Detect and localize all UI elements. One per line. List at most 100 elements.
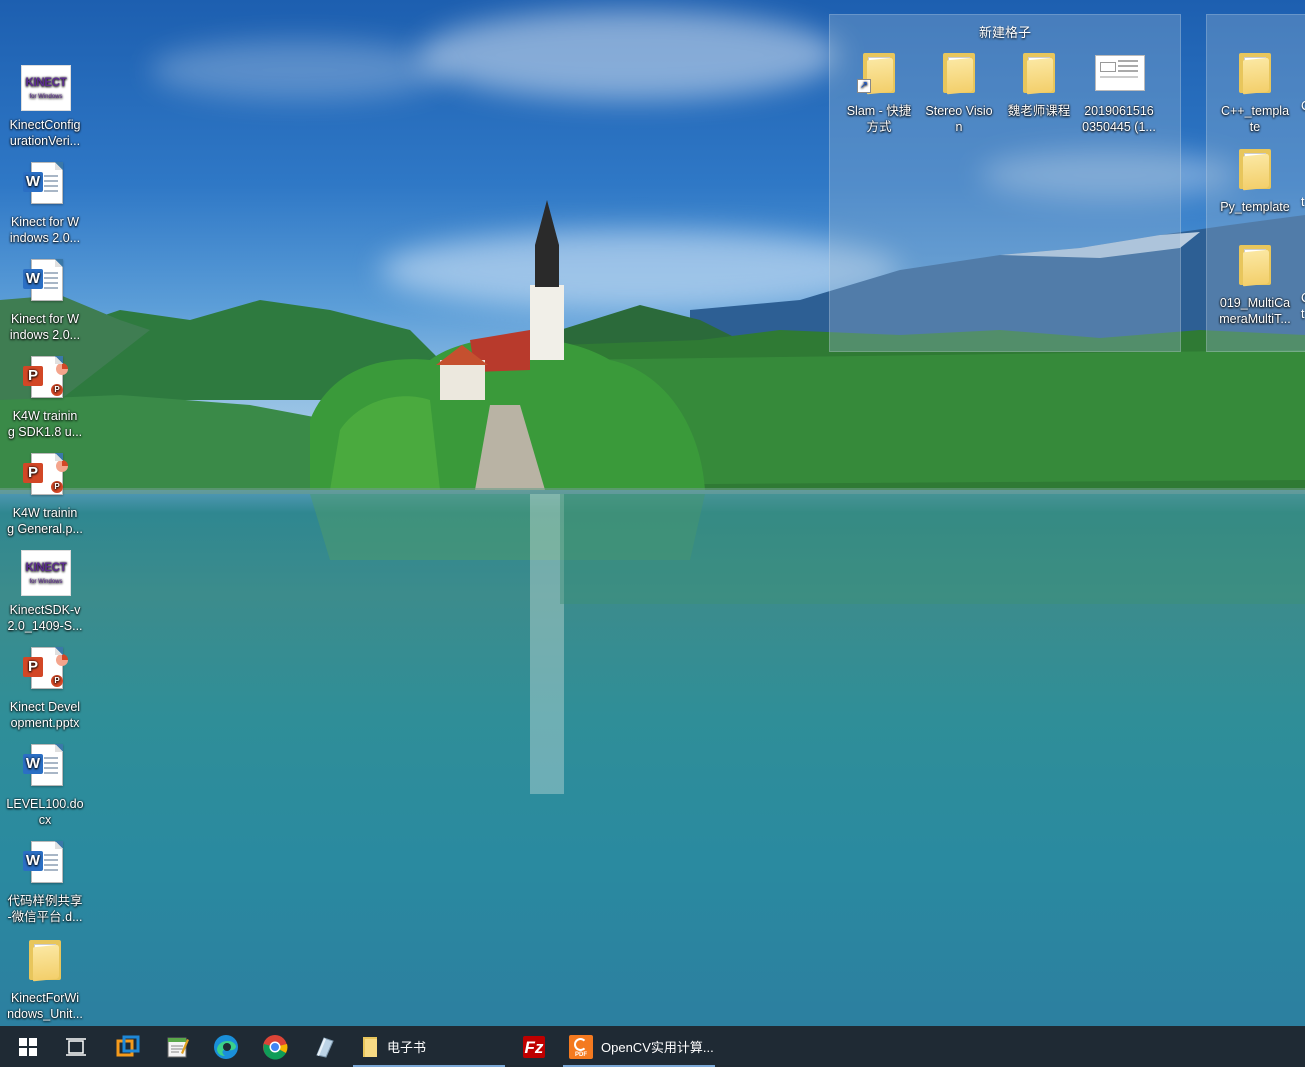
app-icon <box>316 1036 334 1058</box>
fence-icon-item[interactable]: Stereo Visio n <box>918 49 1000 135</box>
icon-label-line1: KinectConfig <box>9 118 81 132</box>
fence-icon-item[interactable]: 2019061516 0350445 (1... <box>1078 49 1160 135</box>
icon-label-line1: KinectForWi <box>10 991 80 1005</box>
windows-logo-icon <box>19 1037 37 1056</box>
word-doc-icon: W <box>21 742 69 790</box>
icon-label-line1: 2019061516 <box>1084 104 1154 118</box>
app-button[interactable] <box>302 1026 346 1067</box>
fence-title: 新建格子 <box>978 25 1031 40</box>
pdf-reader-icon: PDF <box>569 1034 593 1059</box>
icon-label-line1: 魏老师课程 <box>1007 104 1071 118</box>
fence-panel: 新建格子 ↗ Slam - 快捷 方式 Stereo Visio n 魏老师课程 20190… <box>829 14 1181 352</box>
icon-label-line2: n <box>955 120 963 134</box>
kinect-icon: KINECT for Windows <box>21 548 71 596</box>
fence-icon-item[interactable]: C++_template <box>1214 49 1296 135</box>
powerpoint-icon: PP <box>21 451 69 499</box>
icon-label-line1: LEVEL100.do <box>6 797 84 811</box>
icon-label-line1: Stereo Visio <box>925 104 993 118</box>
chrome-button[interactable] <box>253 1026 297 1067</box>
image-file-icon <box>1095 49 1145 97</box>
icon-label-line2: g General.p... <box>7 522 83 536</box>
icon-label-line2: indows 2.0... <box>9 328 81 342</box>
desktop-icon-item[interactable]: W Kinect for W indows 2.0... <box>4 257 86 343</box>
icon-label-line2: urationVeri... <box>9 134 81 148</box>
icon-label-line2: -微信平台.d... <box>7 910 83 924</box>
icon-label-line2: 2.0_1409-S... <box>7 619 83 633</box>
vmware-button[interactable] <box>106 1026 150 1067</box>
folder-icon <box>1015 49 1063 97</box>
icon-label-line2: g SDK1.8 u... <box>7 425 83 439</box>
taskbar: 电子书 Fz PDF OpenCV实用计算... <box>0 1026 1305 1067</box>
icon-label-line1: Kinect for W <box>10 215 80 229</box>
pdf-window-label: OpenCV实用计算... <box>601 1040 714 1055</box>
kinect-icon: KINECT for Windows <box>21 63 71 111</box>
folder-icon <box>1231 241 1279 289</box>
powerpoint-icon: PP <box>21 645 69 693</box>
vmware-icon <box>116 1035 140 1056</box>
desktop-icon-item[interactable]: W LEVEL100.do cx <box>4 742 86 828</box>
icon-label-line1: C++_templa <box>1220 104 1290 118</box>
icon-label-line1: Py_template <box>1220 200 1290 214</box>
word-doc-icon: W <box>21 160 69 208</box>
desktop-icon-item[interactable]: KINECT for Windows KinectSDK-v 2.0_1409-S..… <box>4 548 86 634</box>
icon-label-line2: ndows_Unit... <box>7 1007 83 1021</box>
fence-panel-right: C++_template Py_template 019_MultiCa meraMu… <box>1206 14 1305 352</box>
desktop-icon-item[interactable]: P P K4W trainin g SDK1.8 u... <box>4 354 86 440</box>
desktop-icon-item[interactable]: W 代码样例共享 -微信平台.d... <box>4 839 86 925</box>
start-button[interactable] <box>8 1026 48 1067</box>
kinect-logo: KINECT for Windows <box>21 65 71 111</box>
task-view-button[interactable] <box>56 1026 96 1067</box>
desktop-icon-item[interactable]: W Kinect for W indows 2.0... <box>4 160 86 246</box>
icon-label-line1: Kinect Devel <box>9 700 81 714</box>
fence-icon-item[interactable]: Py_template <box>1214 145 1296 215</box>
chrome-icon <box>263 1034 288 1060</box>
pdf-window-button[interactable]: PDF OpenCV实用计算... <box>563 1026 715 1067</box>
kinect-logo: KINECT for Windows <box>21 550 71 596</box>
explorer-window-label: 电子书 <box>387 1040 427 1055</box>
icon-label-line2: indows 2.0... <box>9 231 81 245</box>
desktop-icon-item[interactable]: P P K4W trainin g General.p... <box>4 451 86 537</box>
icon-label-line2: cx <box>38 813 52 827</box>
explorer-window-button[interactable]: 电子书 <box>353 1026 505 1067</box>
icon-label-line1: KinectSDK-v <box>9 603 81 617</box>
desktop-icon-item[interactable]: KinectForWi ndows_Unit... <box>4 936 86 1022</box>
cutoff-label: t <box>1301 195 1305 209</box>
powerpoint-icon: PP <box>21 354 69 402</box>
cutoff-label: t <box>1301 307 1305 321</box>
folder-icon <box>935 49 983 97</box>
cutoff-label: C <box>1301 291 1305 305</box>
fence-icon-item[interactable]: 魏老师课程 <box>998 49 1080 119</box>
icon-label-line2: opment.pptx <box>10 716 80 730</box>
word-doc-icon: W <box>21 257 69 305</box>
icon-label-line1: 019_MultiCa <box>1219 296 1291 310</box>
pdf-icon-text: PDF <box>575 1051 587 1058</box>
fence-icon-item[interactable]: 019_MultiCa meraMultiT... <box>1214 241 1296 327</box>
svg-text:Fz: Fz <box>525 1038 544 1057</box>
edge-icon <box>214 1034 238 1059</box>
edge-button[interactable] <box>204 1026 248 1067</box>
desktop-icon-item[interactable]: KINECT for Windows KinectConfig urationVeri… <box>4 63 86 149</box>
pdf-logo-mark <box>574 1037 587 1051</box>
icon-label-line1: K4W trainin <box>12 409 78 423</box>
icon-label-line2: te <box>1249 120 1261 134</box>
filezilla-button[interactable]: Fz <box>512 1026 556 1067</box>
filezilla-icon: Fz <box>523 1035 545 1058</box>
notepad-icon <box>167 1037 189 1057</box>
icon-label-line1: K4W trainin <box>12 506 78 520</box>
icon-label-line1: Slam - 快捷 <box>846 104 912 118</box>
icon-label-line1: Kinect for W <box>10 312 80 326</box>
icon-label-line2: meraMultiT... <box>1219 312 1291 326</box>
folder-icon <box>1231 49 1279 97</box>
desktop-icon-item[interactable]: P P Kinect Devel opment.pptx <box>4 645 86 731</box>
cutoff-label: C <box>1301 99 1305 113</box>
task-view-icon <box>66 1037 86 1056</box>
folder-icon <box>1231 145 1279 193</box>
folder-shortcut-icon: ↗ <box>855 49 903 97</box>
icon-label-line2: 方式 <box>866 120 892 134</box>
icon-label-line2: 0350445 (1... <box>1082 120 1156 134</box>
notepad-button[interactable] <box>155 1026 199 1067</box>
icon-label-line1: 代码样例共享 <box>7 894 83 908</box>
folder-icon <box>363 1036 377 1057</box>
fence-icon-item[interactable]: ↗ Slam - 快捷 方式 <box>838 49 920 135</box>
word-doc-icon: W <box>21 839 69 887</box>
